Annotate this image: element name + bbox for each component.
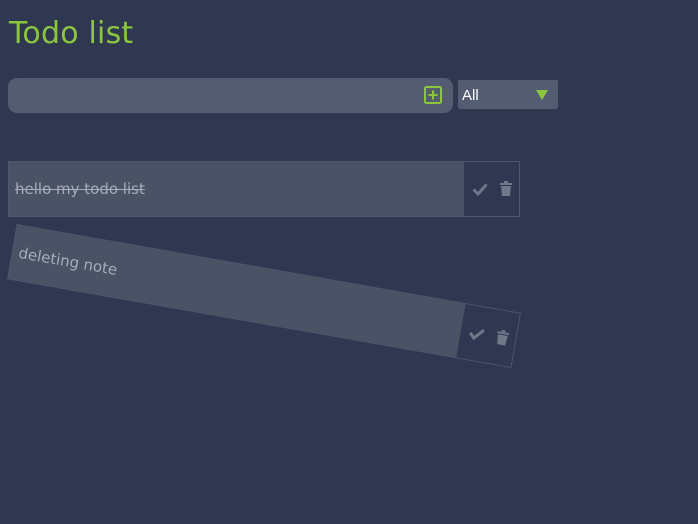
todo-item-body: deleting note xyxy=(8,225,466,358)
new-todo-input[interactable] xyxy=(8,78,413,113)
filter-selected-value: All xyxy=(462,87,479,104)
todo-item-text: deleting note xyxy=(17,243,119,279)
todo-item-actions xyxy=(456,304,520,367)
caret-down-icon xyxy=(536,90,548,100)
add-todo-form xyxy=(8,78,453,113)
todo-item: hello my todo list xyxy=(8,161,520,217)
trash-icon[interactable] xyxy=(495,329,510,346)
todo-item-body: hello my todo list xyxy=(9,162,464,216)
plus-square-icon[interactable] xyxy=(424,86,442,104)
todo-item: deleting note xyxy=(7,223,521,369)
trash-icon[interactable] xyxy=(500,181,512,196)
todo-item-text: hello my todo list xyxy=(15,180,145,198)
todo-item-actions xyxy=(464,162,519,216)
check-icon[interactable] xyxy=(472,182,488,196)
page-title: Todo list xyxy=(9,16,134,51)
todo-app: Todo list All hello my todo list deletin… xyxy=(0,0,698,524)
filter-select[interactable]: All xyxy=(458,80,558,109)
check-icon[interactable] xyxy=(468,325,486,342)
